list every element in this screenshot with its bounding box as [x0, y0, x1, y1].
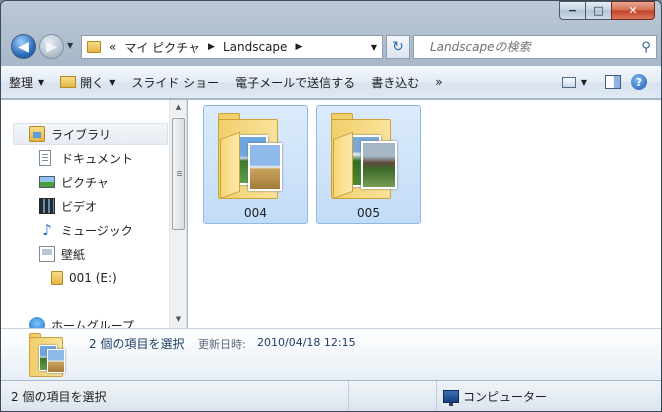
status-spacer [349, 381, 437, 411]
command-bar: 整理 ▼ 開く ▼ スライド ショー 電子メールで送信する 書き込む » ▼ ? [1, 65, 661, 99]
organize-button[interactable]: 整理 ▼ [1, 70, 52, 94]
caption-buttons: − □ ✕ [559, 1, 655, 20]
change-view-button[interactable]: ▼ [554, 70, 595, 94]
sidebar-item-label: ライブラリ [51, 127, 112, 142]
burn-button[interactable]: 書き込む [363, 70, 427, 94]
scroll-up-icon[interactable]: ▲ [170, 100, 186, 115]
folder-icon [87, 41, 101, 53]
details-pane: 2 個の項目を選択 更新日時: 2010/04/18 12:15 [1, 328, 661, 380]
status-location: コンピューター [437, 381, 661, 411]
sidebar-item-videos[interactable]: ビデオ [39, 195, 97, 217]
scrollbar-thumb[interactable] [172, 118, 185, 230]
breadcrumb-chevron-icon[interactable]: ▶ [208, 42, 215, 52]
modified-date-label: 更新日時: [198, 338, 246, 351]
more-commands-button[interactable]: » [427, 70, 450, 94]
file-list: 004 005 [188, 100, 661, 328]
navigation-bar: ◀ ▶ ▼ « マイ ピクチャ ▶ Landscape ▶ ▼ ↻ ⚲ [9, 31, 657, 63]
address-bar[interactable]: « マイ ピクチャ ▶ Landscape ▶ ▼ [81, 35, 383, 59]
maximize-button[interactable]: □ [585, 1, 611, 20]
organize-label: 整理 [9, 75, 34, 90]
search-box[interactable]: ⚲ [413, 35, 657, 59]
chevron-down-icon: ▼ [580, 77, 587, 87]
open-folder-icon [60, 76, 77, 88]
breadcrumb-landscape[interactable]: Landscape [223, 40, 287, 54]
open-button[interactable]: 開く ▼ [52, 70, 123, 94]
sidebar-item-label: ミュージック [61, 223, 133, 238]
sidebar-item-label: ドキュメント [61, 151, 134, 166]
selection-thumbnail [29, 333, 69, 377]
sidebar-item-label: ピクチャ [61, 175, 109, 190]
sidebar-item-pictures[interactable]: ピクチャ [39, 171, 109, 193]
sidebar-item-drive[interactable]: 001 (E:) [51, 267, 117, 289]
help-icon[interactable]: ? [631, 74, 647, 90]
scroll-down-icon[interactable]: ▼ [170, 312, 186, 327]
homegroup-icon [29, 317, 45, 328]
document-icon [39, 150, 51, 166]
library-icon [29, 126, 45, 142]
photo-icon [248, 143, 282, 191]
chevron-down-icon: ▼ [109, 77, 116, 87]
sidebar-item-library[interactable]: ライブラリ [13, 123, 168, 145]
navigation-scrollbar[interactable]: ▲ ▼ [169, 100, 186, 328]
preview-pane-icon[interactable] [605, 75, 621, 89]
status-bar: 2 個の項目を選択 コンピューター [1, 380, 661, 411]
folder-thumbnail [331, 113, 407, 199]
picture-icon [39, 176, 55, 188]
selection-count: 2 個の項目を選択 [89, 337, 185, 351]
refresh-button[interactable]: ↻ [386, 35, 410, 59]
status-location-label: コンピューター [463, 390, 548, 404]
close-button[interactable]: ✕ [611, 1, 655, 20]
chevron-down-icon: ▼ [38, 77, 45, 87]
photo-icon [361, 141, 397, 189]
forward-button[interactable]: ▶ [39, 34, 64, 59]
explorer-window: − □ ✕ ◀ ▶ ▼ « マイ ピクチャ ▶ Landscape ▶ ▼ ↻ … [0, 0, 662, 412]
sidebar-item-label: 壁紙 [61, 247, 86, 262]
folder-tile-004[interactable]: 004 [203, 105, 308, 224]
search-icon[interactable]: ⚲ [636, 40, 656, 55]
folder-tile-005[interactable]: 005 [316, 105, 421, 224]
drive-icon [51, 271, 63, 285]
sidebar-item-homegroup[interactable]: ホームグループ [29, 314, 134, 328]
sidebar-item-label: ビデオ [61, 199, 98, 214]
breadcrumb-chevron-icon[interactable]: ▶ [295, 42, 302, 52]
wallpaper-icon [39, 246, 55, 262]
music-icon: ♪ [42, 221, 52, 239]
sidebar-item-documents[interactable]: ドキュメント [39, 147, 133, 169]
folder-thumbnail [218, 113, 294, 199]
status-selection-text: 2 個の項目を選択 [1, 381, 349, 411]
recent-pages-dropdown[interactable]: ▼ [67, 41, 73, 50]
sidebar-item-wallpaper[interactable]: 壁紙 [39, 243, 85, 265]
view-icon [561, 76, 576, 88]
breadcrumb-my-pictures[interactable]: マイ ピクチャ [124, 39, 200, 56]
modified-date-value: 2010/04/18 12:15 [257, 336, 356, 349]
computer-icon [443, 390, 459, 406]
breadcrumb-overflow[interactable]: « [109, 40, 116, 54]
search-input[interactable] [414, 37, 636, 57]
back-button[interactable]: ◀ [11, 34, 36, 59]
navigation-pane: ライブラリ ドキュメント ピクチャ ビデオ ♪ ミュージック 壁紙 001 (E… [1, 100, 187, 328]
sidebar-item-label: 001 (E:) [69, 271, 117, 285]
slideshow-button[interactable]: スライド ショー [123, 70, 227, 94]
video-icon [39, 198, 55, 214]
open-label: 開く [80, 75, 105, 90]
email-button[interactable]: 電子メールで送信する [227, 70, 363, 94]
sidebar-item-label: ホームグループ [51, 318, 134, 329]
minimize-button[interactable]: − [559, 1, 585, 20]
address-dropdown-icon[interactable]: ▼ [366, 43, 382, 52]
folder-name: 005 [357, 206, 380, 220]
folder-name: 004 [244, 206, 267, 220]
sidebar-item-music[interactable]: ♪ ミュージック [39, 219, 133, 241]
